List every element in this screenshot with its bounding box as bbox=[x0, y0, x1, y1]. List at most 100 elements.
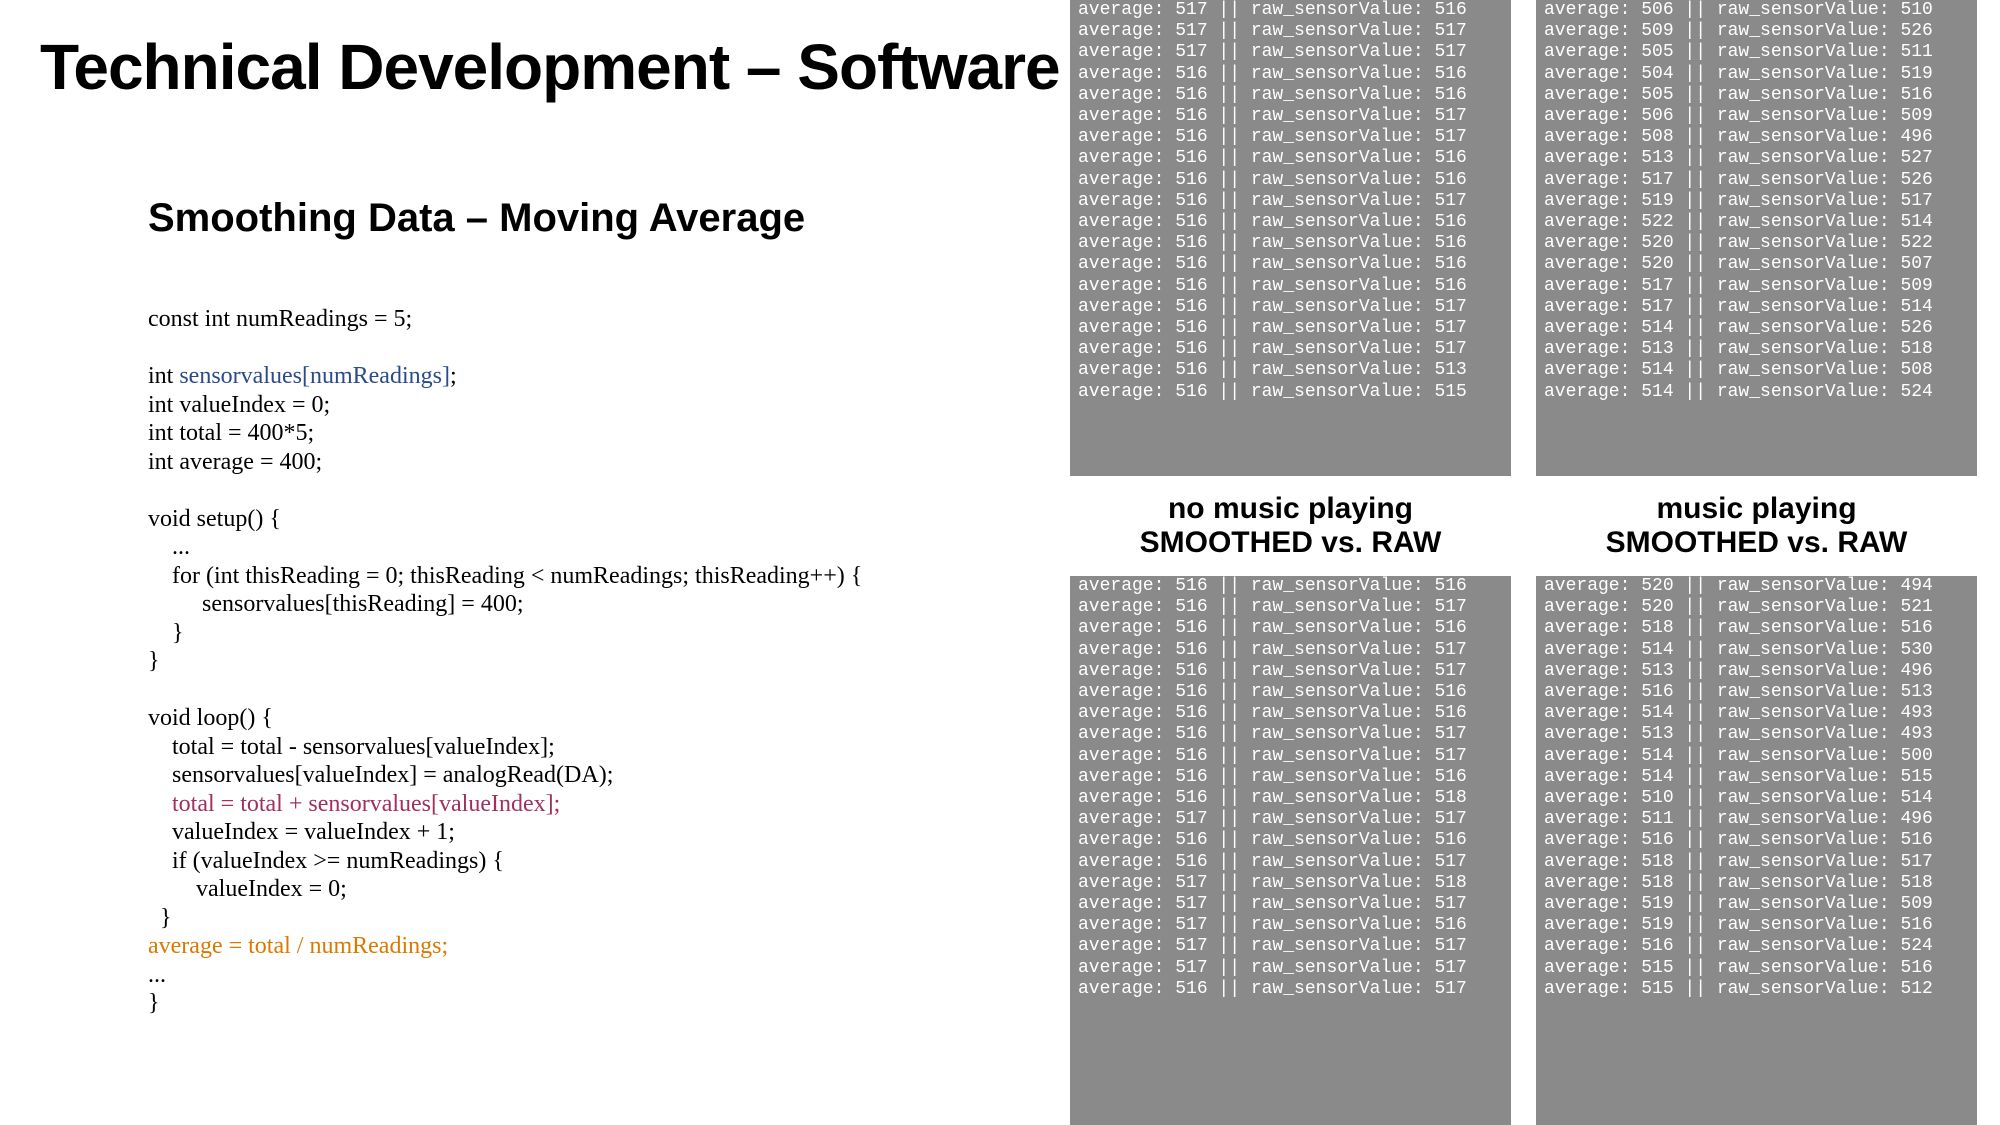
serial-row: average: 514 || raw_sensorValue: 493 bbox=[1536, 703, 1977, 724]
serial-row: average: 516 || raw_sensorValue: 516 bbox=[1070, 64, 1511, 85]
code-line: const int numReadings = 5; bbox=[148, 306, 412, 332]
serial-row: average: 516 || raw_sensorValue: 517 bbox=[1070, 724, 1511, 745]
serial-row: average: 516 || raw_sensorValue: 515 bbox=[1070, 382, 1511, 403]
code-line: int valueIndex = 0; bbox=[148, 392, 330, 418]
serial-monitor-right-bottom: average: 520 || raw_sensorValue: 494aver… bbox=[1536, 576, 1977, 1125]
serial-row: average: 513 || raw_sensorValue: 493 bbox=[1536, 724, 1977, 745]
serial-row: average: 519 || raw_sensorValue: 517 bbox=[1536, 191, 1977, 212]
serial-row: average: 516 || raw_sensorValue: 516 bbox=[1070, 212, 1511, 233]
serial-row: average: 516 || raw_sensorValue: 513 bbox=[1536, 682, 1977, 703]
serial-row: average: 516 || raw_sensorValue: 517 bbox=[1070, 318, 1511, 339]
label-line: SMOOTHED vs. RAW bbox=[1606, 526, 1908, 560]
serial-row: average: 519 || raw_sensorValue: 516 bbox=[1536, 915, 1977, 936]
code-line: total = total - sensorvalues[valueIndex]… bbox=[148, 734, 555, 760]
serial-row: average: 516 || raw_sensorValue: 516 bbox=[1070, 148, 1511, 169]
serial-row: average: 516 || raw_sensorValue: 516 bbox=[1070, 254, 1511, 275]
code-line: valueIndex = valueIndex + 1; bbox=[148, 819, 455, 845]
serial-row: average: 516 || raw_sensorValue: 516 bbox=[1070, 233, 1511, 254]
serial-row: average: 516 || raw_sensorValue: 516 bbox=[1070, 830, 1511, 851]
serial-monitor-right-top: average: 506 || raw_sensorValue: 510aver… bbox=[1536, 0, 1977, 476]
serial-row: average: 516 || raw_sensorValue: 524 bbox=[1536, 936, 1977, 957]
serial-row: average: 517 || raw_sensorValue: 517 bbox=[1070, 936, 1511, 957]
serial-row: average: 516 || raw_sensorValue: 516 bbox=[1070, 276, 1511, 297]
serial-row: average: 517 || raw_sensorValue: 517 bbox=[1070, 809, 1511, 830]
serial-row: average: 516 || raw_sensorValue: 517 bbox=[1070, 746, 1511, 767]
code-line: int sensorvalues[numReadings]; bbox=[148, 363, 457, 389]
serial-row: average: 517 || raw_sensorValue: 517 bbox=[1070, 42, 1511, 63]
serial-row: average: 515 || raw_sensorValue: 512 bbox=[1536, 979, 1977, 1000]
serial-row: average: 516 || raw_sensorValue: 517 bbox=[1070, 979, 1511, 1000]
serial-row: average: 506 || raw_sensorValue: 509 bbox=[1536, 106, 1977, 127]
serial-row: average: 516 || raw_sensorValue: 516 bbox=[1070, 703, 1511, 724]
serial-row: average: 520 || raw_sensorValue: 507 bbox=[1536, 254, 1977, 275]
serial-row: average: 508 || raw_sensorValue: 496 bbox=[1536, 127, 1977, 148]
serial-row: average: 516 || raw_sensorValue: 516 bbox=[1070, 682, 1511, 703]
label-line: SMOOTHED vs. RAW bbox=[1140, 526, 1442, 560]
serial-row: average: 514 || raw_sensorValue: 515 bbox=[1536, 767, 1977, 788]
code-line: ... bbox=[148, 962, 166, 988]
serial-row: average: 516 || raw_sensorValue: 516 bbox=[1070, 618, 1511, 639]
section-subtitle: Smoothing Data – Moving Average bbox=[148, 196, 805, 241]
serial-row: average: 514 || raw_sensorValue: 524 bbox=[1536, 382, 1977, 403]
label-music: music playing SMOOTHED vs. RAW bbox=[1536, 476, 1977, 576]
code-line: } bbox=[148, 648, 160, 674]
serial-row: average: 516 || raw_sensorValue: 516 bbox=[1070, 767, 1511, 788]
serial-row: average: 519 || raw_sensorValue: 509 bbox=[1536, 894, 1977, 915]
code-line: total = total + sensorvalues[valueIndex]… bbox=[148, 791, 560, 817]
serial-row: average: 516 || raw_sensorValue: 516 bbox=[1070, 85, 1511, 106]
serial-row: average: 522 || raw_sensorValue: 514 bbox=[1536, 212, 1977, 233]
serial-row: average: 516 || raw_sensorValue: 517 bbox=[1070, 597, 1511, 618]
serial-row: average: 516 || raw_sensorValue: 518 bbox=[1070, 788, 1511, 809]
serial-row: average: 506 || raw_sensorValue: 510 bbox=[1536, 0, 1977, 21]
label-line: music playing bbox=[1656, 492, 1856, 526]
code-line: } bbox=[148, 905, 172, 931]
code-line: int average = 400; bbox=[148, 449, 322, 475]
serial-row: average: 517 || raw_sensorValue: 516 bbox=[1070, 915, 1511, 936]
serial-row: average: 517 || raw_sensorValue: 517 bbox=[1070, 958, 1511, 979]
serial-row: average: 516 || raw_sensorValue: 517 bbox=[1070, 106, 1511, 127]
serial-row: average: 518 || raw_sensorValue: 516 bbox=[1536, 618, 1977, 639]
page-title: Technical Development – Software bbox=[40, 30, 1060, 104]
serial-row: average: 516 || raw_sensorValue: 517 bbox=[1070, 339, 1511, 360]
serial-row: average: 515 || raw_sensorValue: 516 bbox=[1536, 958, 1977, 979]
serial-row: average: 514 || raw_sensorValue: 530 bbox=[1536, 640, 1977, 661]
serial-row: average: 518 || raw_sensorValue: 517 bbox=[1536, 852, 1977, 873]
serial-row: average: 513 || raw_sensorValue: 496 bbox=[1536, 661, 1977, 682]
code-line: } bbox=[148, 990, 160, 1016]
serial-row: average: 514 || raw_sensorValue: 508 bbox=[1536, 360, 1977, 381]
code-line: } bbox=[148, 620, 184, 646]
code-block: const int numReadings = 5; int sensorval… bbox=[148, 305, 862, 1018]
serial-row: average: 516 || raw_sensorValue: 517 bbox=[1070, 852, 1511, 873]
label-no-music: no music playing SMOOTHED vs. RAW bbox=[1070, 476, 1511, 576]
serial-row: average: 514 || raw_sensorValue: 500 bbox=[1536, 746, 1977, 767]
serial-row: average: 517 || raw_sensorValue: 526 bbox=[1536, 170, 1977, 191]
code-line: valueIndex = 0; bbox=[148, 876, 347, 902]
serial-row: average: 513 || raw_sensorValue: 527 bbox=[1536, 148, 1977, 169]
serial-row: average: 520 || raw_sensorValue: 522 bbox=[1536, 233, 1977, 254]
code-line: average = total / numReadings; bbox=[148, 933, 448, 959]
code-line: int total = 400*5; bbox=[148, 420, 314, 446]
serial-row: average: 517 || raw_sensorValue: 509 bbox=[1536, 276, 1977, 297]
serial-row: average: 516 || raw_sensorValue: 517 bbox=[1070, 191, 1511, 212]
serial-monitor-left-bottom: average: 516 || raw_sensorValue: 516aver… bbox=[1070, 576, 1511, 1125]
serial-row: average: 509 || raw_sensorValue: 526 bbox=[1536, 21, 1977, 42]
code-line: sensorvalues[thisReading] = 400; bbox=[148, 591, 523, 617]
code-line: sensorvalues[valueIndex] = analogRead(DA… bbox=[148, 762, 613, 788]
code-line: for (int thisReading = 0; thisReading < … bbox=[148, 563, 862, 589]
serial-row: average: 517 || raw_sensorValue: 517 bbox=[1070, 894, 1511, 915]
code-line: if (valueIndex >= numReadings) { bbox=[148, 848, 504, 874]
serial-row: average: 516 || raw_sensorValue: 517 bbox=[1070, 297, 1511, 318]
serial-row: average: 505 || raw_sensorValue: 516 bbox=[1536, 85, 1977, 106]
code-line: void setup() { bbox=[148, 506, 281, 532]
serial-row: average: 511 || raw_sensorValue: 496 bbox=[1536, 809, 1977, 830]
serial-row: average: 516 || raw_sensorValue: 517 bbox=[1070, 640, 1511, 661]
serial-row: average: 514 || raw_sensorValue: 526 bbox=[1536, 318, 1977, 339]
label-line: no music playing bbox=[1168, 492, 1413, 526]
serial-row: average: 510 || raw_sensorValue: 514 bbox=[1536, 788, 1977, 809]
code-line: ... bbox=[148, 534, 190, 560]
serial-row: average: 516 || raw_sensorValue: 517 bbox=[1070, 127, 1511, 148]
serial-row: average: 516 || raw_sensorValue: 517 bbox=[1070, 661, 1511, 682]
code-line: void loop() { bbox=[148, 705, 273, 731]
serial-row: average: 516 || raw_sensorValue: 513 bbox=[1070, 360, 1511, 381]
serial-row: average: 520 || raw_sensorValue: 521 bbox=[1536, 597, 1977, 618]
